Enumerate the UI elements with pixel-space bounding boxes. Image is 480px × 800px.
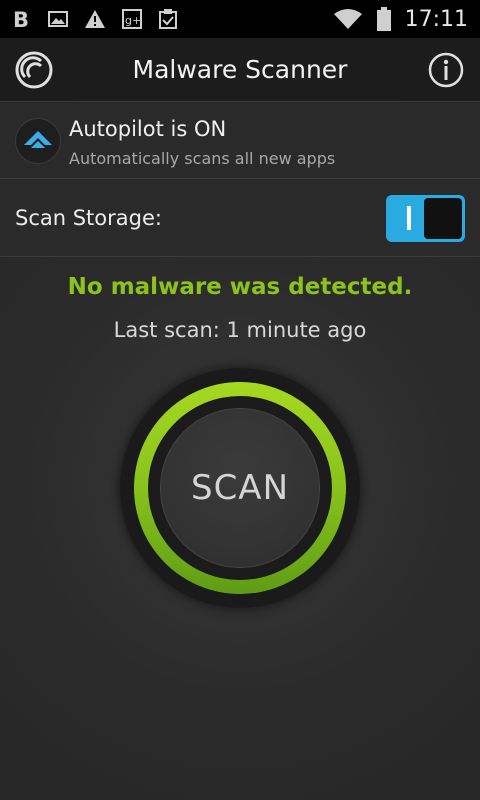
scan-result-message: No malware was detected.	[67, 274, 413, 300]
scan-storage-toggle[interactable]	[386, 195, 465, 242]
page-title: Malware Scanner	[132, 55, 348, 84]
google-plus-icon: g+	[122, 9, 142, 29]
scan-button[interactable]: SCAN	[160, 408, 320, 568]
info-icon[interactable]	[426, 50, 466, 90]
status-bar: B g+ 17:11	[0, 0, 480, 38]
autopilot-icon	[15, 118, 61, 164]
toggle-knob	[424, 198, 462, 239]
autopilot-row[interactable]: Autopilot is ON Automatically scans all …	[0, 103, 480, 179]
autopilot-title: Autopilot is ON	[69, 117, 227, 141]
image-icon	[48, 10, 68, 28]
action-bar: Malware Scanner	[0, 38, 480, 102]
scan-storage-label: Scan Storage:	[15, 206, 162, 230]
warning-icon	[84, 9, 106, 29]
scan-storage-row: Scan Storage:	[0, 180, 480, 257]
scan-button-container: SCAN	[120, 368, 360, 608]
svg-text:B: B	[13, 8, 29, 30]
toggle-on-mark	[407, 206, 411, 230]
last-scan-text: Last scan: 1 minute ago	[113, 318, 367, 342]
autopilot-subtitle: Automatically scans all new apps	[69, 149, 336, 168]
clipboard-check-icon	[158, 8, 178, 30]
notification-icons: B g+	[12, 8, 178, 30]
clock: 17:11	[404, 6, 468, 32]
battery-icon	[376, 7, 391, 31]
system-icons: 17:11	[333, 7, 468, 32]
wifi-icon	[333, 8, 363, 30]
screen: B g+ 17:11 Malware Scanner Autopilot is …	[0, 0, 480, 800]
svg-text:g+: g+	[125, 14, 141, 27]
b-app-icon: B	[12, 8, 32, 30]
